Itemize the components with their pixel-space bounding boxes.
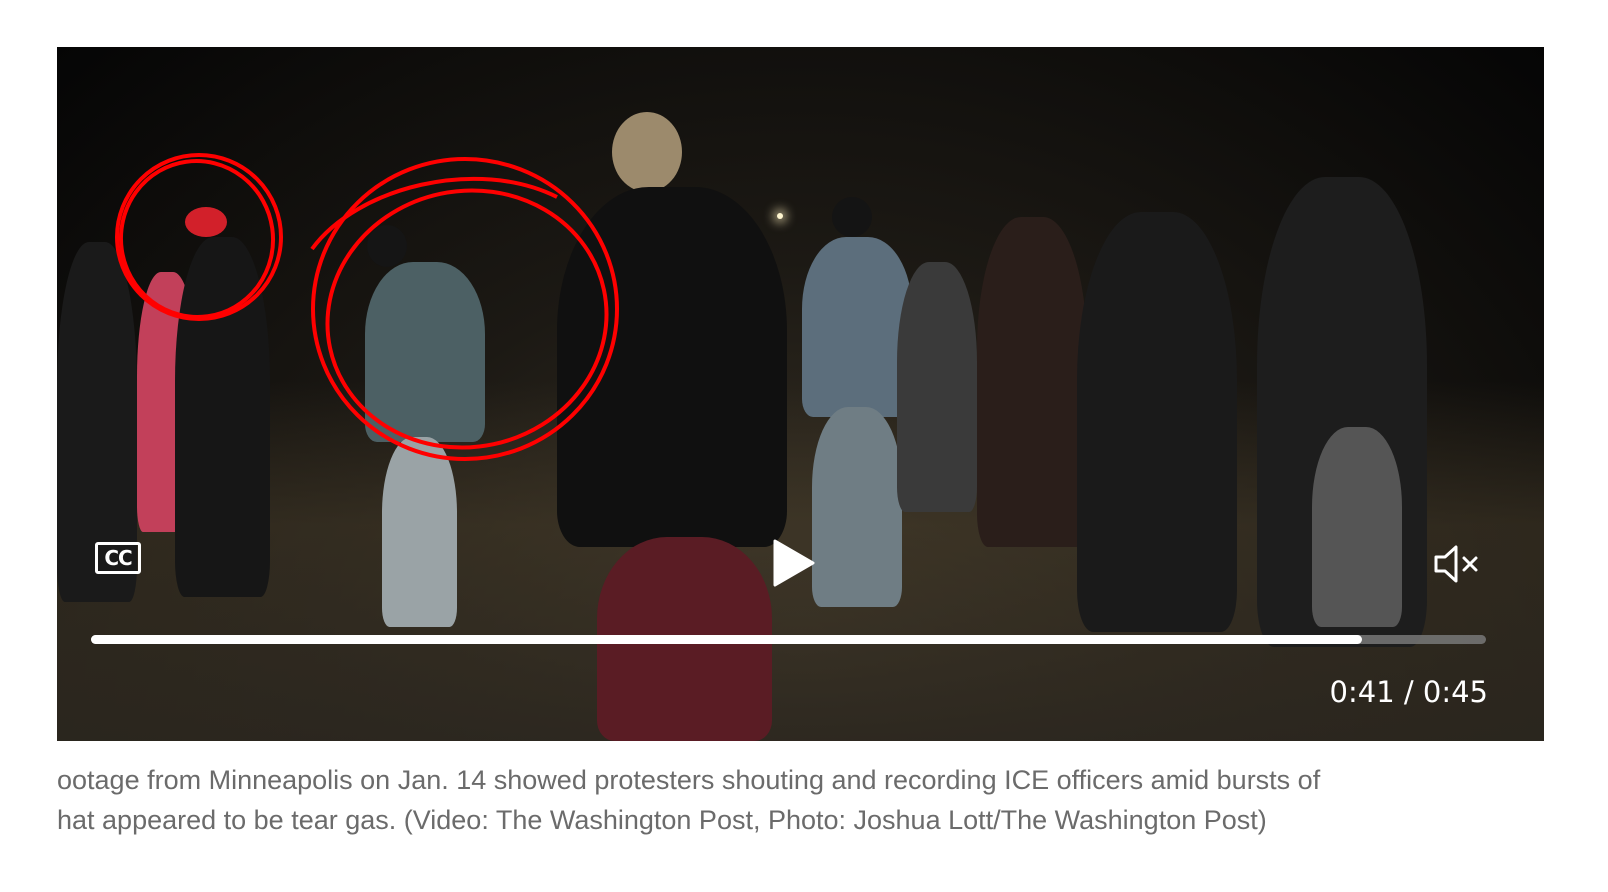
street-light (777, 213, 783, 219)
progress-bar-fill (91, 635, 1362, 644)
video-player[interactable]: CC 0:41 / 0:45 (57, 47, 1544, 741)
caption-line-2: hat appeared to be tear gas. (Video: The… (57, 805, 1267, 835)
video-caption: ootage from Minneapolis on Jan. 14 showe… (57, 760, 1557, 840)
play-icon (773, 539, 815, 587)
closed-captions-icon: CC (104, 546, 132, 570)
progress-bar[interactable] (91, 635, 1486, 644)
mute-toggle-button[interactable] (1432, 542, 1484, 586)
caption-line-1: ootage from Minneapolis on Jan. 14 showe… (57, 765, 1321, 795)
closed-captions-button[interactable]: CC (95, 542, 141, 574)
play-button[interactable] (769, 537, 819, 589)
mute-icon (1434, 545, 1478, 583)
time-display: 0:41 / 0:45 (1329, 675, 1488, 709)
